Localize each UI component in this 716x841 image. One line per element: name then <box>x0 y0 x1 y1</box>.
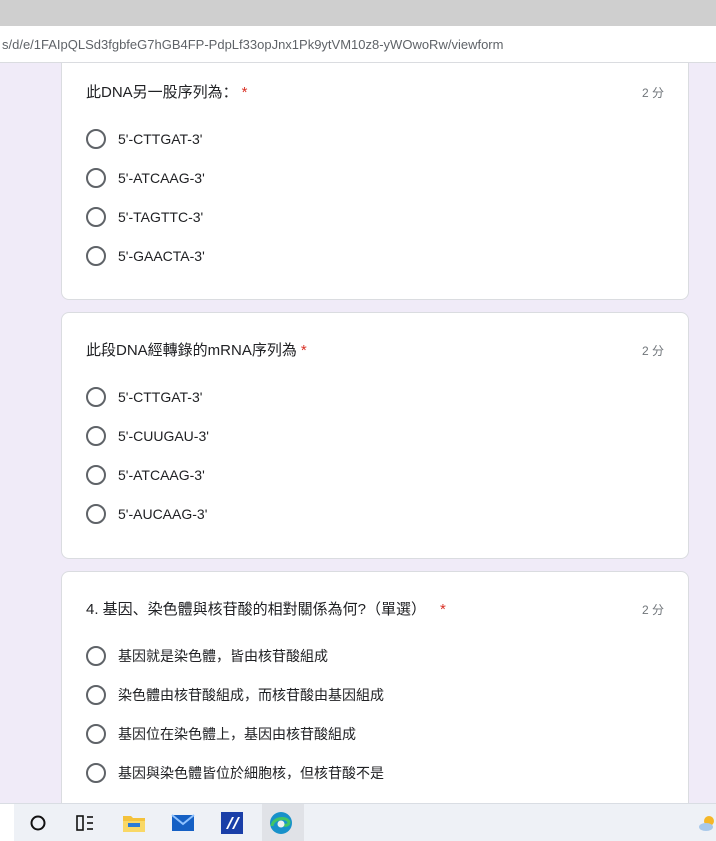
radio-option[interactable]: 5'-AUCAAG-3' <box>86 502 207 526</box>
radio-option[interactable]: 5'-GAACTA-3' <box>86 244 205 268</box>
option-label: 5'-ATCAAG-3' <box>118 170 205 186</box>
required-asterisk: * <box>440 601 446 618</box>
option-label: 5'-AUCAAG-3' <box>118 506 208 522</box>
radio-option[interactable]: 5'-ATCAAG-3' <box>86 166 205 190</box>
radio-option[interactable]: 5'-ATCAAG-3' <box>86 463 205 487</box>
form-page: 此DNA另一股序列為： * 2 分 5'-CTTGAT-3' 5'-ATCAAG-… <box>0 63 716 803</box>
browser-tab-strip <box>0 0 716 26</box>
radio-option[interactable]: 基因位在染色體上，基因由核苷酸組成 <box>86 722 356 746</box>
file-explorer-icon[interactable] <box>121 810 147 836</box>
option-label: 5'-GAACTA-3' <box>118 248 205 264</box>
question-title: 4. 基因、染色體與核苷酸的相對關係為何?（單選） * <box>86 598 446 619</box>
search-circle-icon[interactable] <box>25 810 51 836</box>
radio-option[interactable]: 5'-TAGTTC-3' <box>86 205 203 229</box>
mail-icon[interactable] <box>170 810 196 836</box>
radio-option[interactable]: 基因就是染色體，皆由核苷酸組成 <box>86 644 328 668</box>
radio-option[interactable]: 5'-CTTGAT-3' <box>86 385 202 409</box>
weather-icon[interactable] <box>694 810 716 836</box>
radio-option[interactable]: 5'-CTTGAT-3' <box>86 127 202 151</box>
question-title-text: 此段DNA經轉錄的mRNA序列為 <box>86 342 297 359</box>
taskbar-edge <box>0 804 14 841</box>
points-label: 2 分 <box>641 344 664 358</box>
question-card-1: 此DNA另一股序列為： * 2 分 5'-CTTGAT-3' 5'-ATCAAG-… <box>61 63 689 300</box>
option-label: 基因與染色體皆位於細胞核，但核苷酸不是 <box>118 765 384 781</box>
radio-button[interactable] <box>86 168 106 188</box>
required-asterisk: * <box>300 342 307 359</box>
radio-button[interactable] <box>86 465 106 485</box>
app-icon[interactable] <box>219 810 245 836</box>
radio-option[interactable]: 基因與染色體皆位於細胞核，但核苷酸不是 <box>86 761 384 785</box>
address-bar[interactable]: s/d/e/1FAIpQLSd3fgbfeG7hGB4FP-PdpLf33opJ… <box>0 26 716 63</box>
task-view-icon[interactable] <box>72 810 98 836</box>
question-title: 此DNA另一股序列為： * <box>86 81 248 102</box>
option-label: 5'-ATCAAG-3' <box>118 467 205 483</box>
option-label: 染色體由核苷酸組成，而核苷酸由基因組成 <box>118 687 384 703</box>
radio-option[interactable]: 染色體由核苷酸組成，而核苷酸由基因組成 <box>86 683 384 707</box>
radio-button[interactable] <box>86 646 106 666</box>
url-text[interactable]: s/d/e/1FAIpQLSd3fgbfeG7hGB4FP-PdpLf33opJ… <box>2 37 503 52</box>
points-label: 2 分 <box>641 86 664 100</box>
radio-button[interactable] <box>86 763 106 783</box>
required-asterisk: * <box>241 84 248 101</box>
question-title-text: 此DNA另一股序列為： <box>86 84 238 101</box>
question-card-3: 4. 基因、染色體與核苷酸的相對關係為何?（單選） * 2 分 基因就是染色體，皆… <box>61 571 689 803</box>
points-label: 2 分 <box>641 603 664 617</box>
radio-option[interactable]: 5'-CUUGAU-3' <box>86 424 209 448</box>
option-label: 基因位在染色體上，基因由核苷酸組成 <box>118 726 356 742</box>
radio-button[interactable] <box>86 724 106 744</box>
option-label: 5'-CTTGAT-3' <box>118 131 203 147</box>
option-label: 5'-CUUGAU-3' <box>118 428 209 444</box>
radio-button[interactable] <box>86 426 106 446</box>
question-title-text: 4. 基因、染色體與核苷酸的相對關係為何?（單選） <box>86 601 427 618</box>
radio-button[interactable] <box>86 685 106 705</box>
active-app-indicator <box>262 804 304 841</box>
radio-button[interactable] <box>86 387 106 407</box>
option-label: 基因就是染色體，皆由核苷酸組成 <box>118 648 328 664</box>
taskbar <box>0 803 716 841</box>
radio-button[interactable] <box>86 207 106 227</box>
radio-button[interactable] <box>86 504 106 524</box>
question-card-2: 此段DNA經轉錄的mRNA序列為 * 2 分 5'-CTTGAT-3' 5'-CU… <box>61 312 689 559</box>
radio-button[interactable] <box>86 129 106 149</box>
option-label: 5'-CTTGAT-3' <box>118 389 203 405</box>
question-title: 此段DNA經轉錄的mRNA序列為 * <box>86 339 307 360</box>
option-label: 5'-TAGTTC-3' <box>118 209 204 225</box>
radio-button[interactable] <box>86 246 106 266</box>
